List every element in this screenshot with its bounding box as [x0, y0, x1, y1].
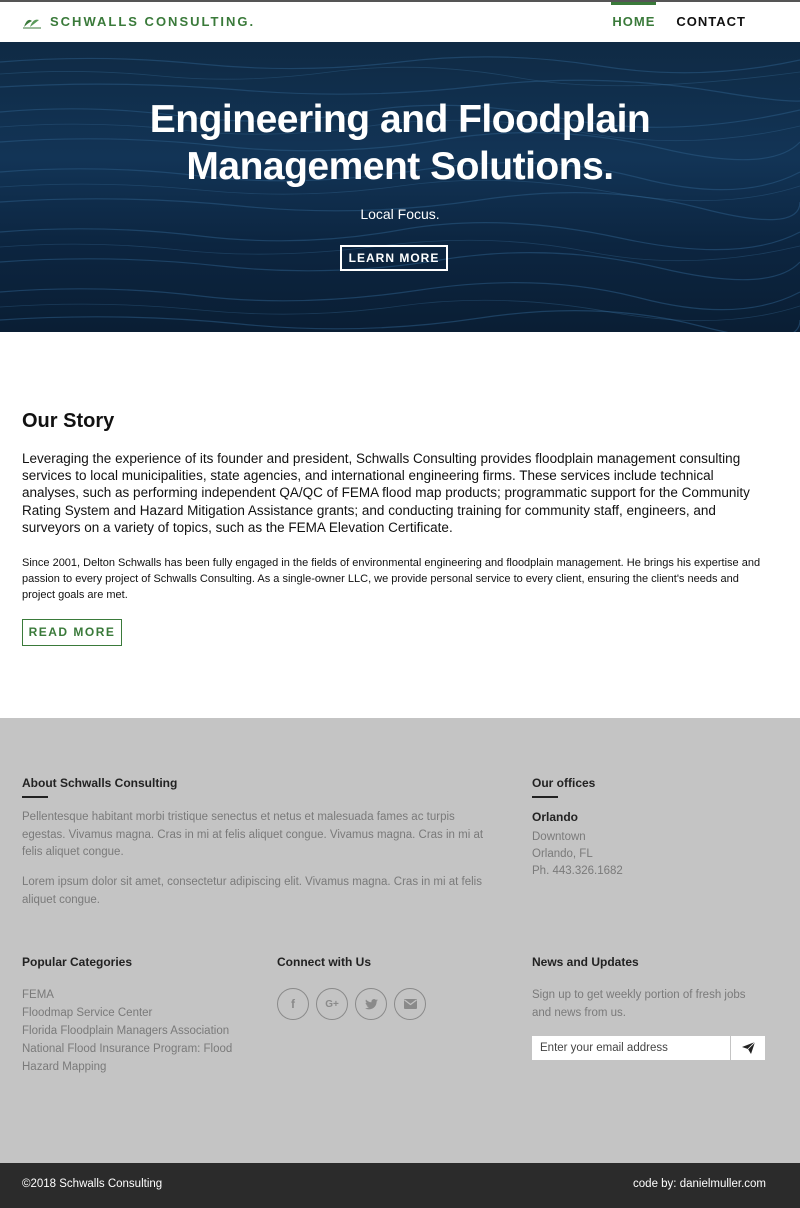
- brand-logo[interactable]: SCHWALLS CONSULTING.: [22, 14, 255, 29]
- learn-more-button[interactable]: LEARN MORE: [340, 245, 448, 271]
- hero-banner: Engineering and Floodplain Management So…: [0, 42, 800, 332]
- offices-heading-rule: [532, 796, 558, 798]
- email-icon[interactable]: [394, 988, 426, 1020]
- category-links: FEMA Floodmap Service Center Florida Flo…: [22, 986, 252, 1076]
- about-paragraph-1: Pellentesque habitant morbi tristique se…: [22, 811, 484, 858]
- office-phone: Ph. 443.326.1682: [532, 865, 623, 877]
- newsletter-email-input[interactable]: [532, 1036, 730, 1060]
- offices-heading: Our offices: [532, 776, 596, 790]
- category-link-fema[interactable]: FEMA: [22, 986, 252, 1004]
- brand-name: SCHWALLS CONSULTING.: [50, 14, 256, 29]
- news-heading: News and Updates: [532, 955, 639, 969]
- hero-title-line1: Engineering and Floodplain: [149, 98, 651, 141]
- bottom-bar: ©2018 Schwalls Consulting code by: danie…: [0, 1163, 800, 1208]
- site-header: SCHWALLS CONSULTING. HOME CONTACT: [0, 2, 800, 42]
- category-link-nfip[interactable]: National Flood Insurance Program: Flood …: [22, 1040, 252, 1076]
- connect-heading: Connect with Us: [277, 955, 372, 969]
- office-location: Orlando, FL: [532, 848, 593, 860]
- category-link-floodmap[interactable]: Floodmap Service Center: [22, 1004, 252, 1022]
- twitter-icon[interactable]: [355, 988, 387, 1020]
- site-footer: About Schwalls Consulting Pellentesque h…: [0, 718, 800, 1163]
- story-title: Our Story: [22, 410, 115, 432]
- hero-title-line2: Management Solutions.: [186, 145, 614, 188]
- read-more-button[interactable]: READ MORE: [22, 619, 122, 646]
- story-paragraph-1: Leveraging the experience of its founder…: [22, 451, 750, 535]
- story-paragraph-2: Since 2001, Delton Schwalls has been ful…: [22, 557, 761, 601]
- about-paragraph-2: Lorem ipsum dolor sit amet, consectetur …: [22, 876, 482, 906]
- main-nav: HOME CONTACT: [591, 2, 746, 42]
- hero-title: Engineering and Floodplain Management So…: [0, 96, 800, 190]
- about-heading-rule: [22, 796, 48, 798]
- news-description: Sign up to get weekly portion of fresh j…: [532, 989, 746, 1019]
- hero-subtitle: Local Focus.: [360, 206, 440, 222]
- nav-home-link[interactable]: HOME: [611, 2, 657, 42]
- office-city: Orlando: [532, 810, 579, 824]
- developer-credit-link[interactable]: code by: danielmuller.com: [633, 1178, 766, 1190]
- categories-heading: Popular Categories: [22, 955, 133, 969]
- newsletter-submit-button[interactable]: [731, 1036, 765, 1060]
- facebook-icon[interactable]: f: [277, 988, 309, 1020]
- brand-leaf-icon: [23, 19, 41, 28]
- nav-contact-link[interactable]: CONTACT: [676, 2, 746, 42]
- paper-plane-icon: [741, 1042, 755, 1054]
- about-heading: About Schwalls Consulting: [22, 776, 178, 790]
- category-link-ffma[interactable]: Florida Floodplain Managers Association: [22, 1022, 252, 1040]
- social-links: f G+: [277, 988, 426, 1020]
- copyright-text: ©2018 Schwalls Consulting: [22, 1178, 163, 1190]
- google-plus-icon[interactable]: G+: [316, 988, 348, 1020]
- office-area: Downtown: [532, 831, 586, 843]
